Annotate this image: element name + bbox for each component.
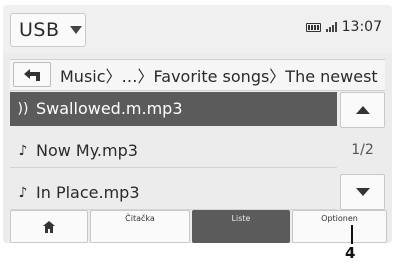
home-icon bbox=[43, 220, 55, 233]
callout-line bbox=[351, 225, 353, 244]
track-name: Now My.mp3 bbox=[36, 141, 138, 160]
back-button[interactable] bbox=[13, 62, 51, 87]
reader-button[interactable]: Čitačka bbox=[90, 210, 190, 243]
home-button[interactable] bbox=[10, 210, 88, 243]
options-button[interactable]: Optionen bbox=[292, 210, 387, 243]
signal-icon bbox=[325, 22, 337, 32]
back-arrow-icon bbox=[24, 68, 40, 81]
list-item[interactable]: ♪ Now My.mp3 bbox=[10, 134, 337, 168]
scroll-down-button[interactable] bbox=[340, 174, 385, 210]
track-list: )) Swallowed.m.mp3 ♪ Now My.mp3 ♪ In Pla… bbox=[10, 92, 337, 210]
folder-path-bar: Music〉…〉Favorite songs〉The newest bbox=[10, 59, 385, 91]
clock: 13:07 bbox=[341, 19, 382, 35]
track-name: Swallowed.m.mp3 bbox=[36, 99, 183, 118]
source-selector[interactable]: USB bbox=[10, 13, 86, 47]
media-screen: USB 13:07 Music〉…〉Favorite songs〉The new… bbox=[3, 5, 392, 243]
list-item[interactable]: ♪ In Place.mp3 bbox=[10, 176, 337, 210]
music-note-icon: ♪ bbox=[18, 184, 28, 201]
arrow-down-icon bbox=[355, 188, 370, 196]
now-playing-icon: )) bbox=[17, 100, 29, 117]
list-label: Liste bbox=[231, 214, 251, 223]
battery-icon bbox=[305, 22, 321, 32]
page-indicator: 1/2 bbox=[351, 142, 374, 158]
arrow-up-icon bbox=[355, 106, 370, 114]
list-button[interactable]: Liste bbox=[192, 210, 290, 243]
list-item[interactable]: )) Swallowed.m.mp3 bbox=[10, 92, 337, 126]
music-note-icon: ♪ bbox=[18, 142, 28, 159]
scroll-controls: 1/2 bbox=[340, 92, 385, 210]
folder-path: Music〉…〉Favorite songs〉The newest bbox=[60, 67, 378, 86]
options-label: Optionen bbox=[321, 214, 358, 223]
scroll-up-button[interactable] bbox=[340, 92, 385, 128]
callout-number: 4 bbox=[345, 244, 356, 262]
caret-down-icon bbox=[69, 26, 82, 34]
track-name: In Place.mp3 bbox=[36, 183, 140, 202]
status-area: 13:07 bbox=[305, 19, 382, 35]
source-label: USB bbox=[19, 19, 60, 41]
reader-label: Čitačka bbox=[125, 214, 155, 223]
top-bar: USB 13:07 bbox=[3, 5, 392, 53]
bottom-bar: Čitačka Liste Optionen bbox=[10, 210, 387, 243]
